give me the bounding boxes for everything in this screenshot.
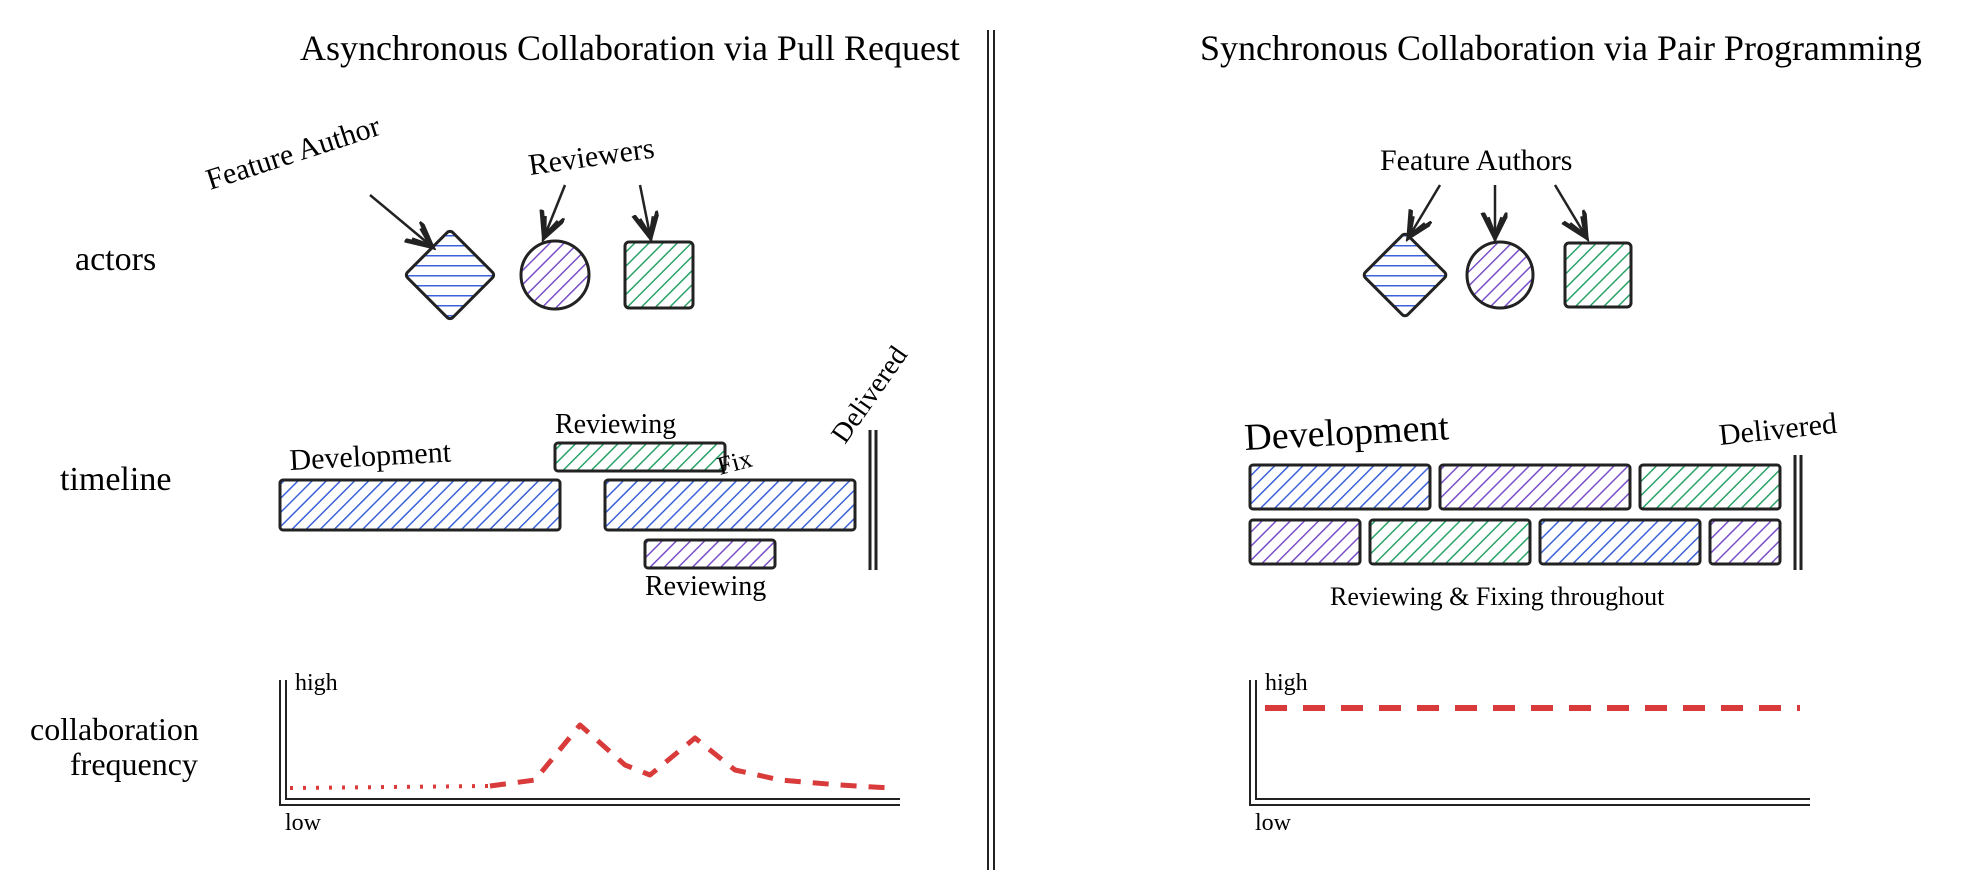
right-bar-r1c1 [1250,465,1430,509]
row-label-actors: actors [75,241,156,278]
right-bar-r1c3 [1640,465,1780,509]
actor-author1-icon [1363,233,1448,318]
actor-reviewer1-icon [521,241,589,309]
left-tl-rev1-label: Reviewing [555,409,676,440]
label-feature-authors: Feature Authors [1380,144,1572,177]
right-bar-r2c2 [1370,520,1530,564]
left-tl-fix-bar [605,480,855,530]
row-label-collab1: collaboration [30,711,199,747]
left-tl-rev1-bar [555,443,725,471]
left-tl-dev-label: Development [289,436,453,477]
label-reviewers: Reviewers [526,132,656,182]
left-chart-high: high [295,670,338,696]
row-label-timeline: timeline [60,461,171,498]
left-title: Asynchronous Collaboration via Pull Requ… [300,28,960,68]
right-timeline: Development Delivered Reviewing & Fixing… [1243,406,1838,611]
left-tl-rev2-bar [645,540,775,568]
left-actors: Feature Author Reviewers [202,109,693,320]
right-title: Synchronous Collaboration via Pair Progr… [1200,28,1922,68]
label-feature-author: Feature Author [202,109,384,196]
row-label-collab2: frequency [70,746,198,782]
right-tl-delivered: Delivered [1717,407,1838,452]
left-tl-rev2-label: Reviewing [645,571,766,602]
right-bar-r2c3 [1540,520,1700,564]
right-bar-r1c2 [1440,465,1630,509]
right-collab-chart: high low [1250,670,1810,836]
left-timeline: Development Reviewing Fix Reviewing Deli… [280,341,914,602]
actor-author-icon [405,230,496,321]
left-collab-chart: high low [280,670,900,836]
right-actors: Feature Authors [1363,144,1631,317]
diagram-canvas: actors timeline collaboration frequency … [0,0,1982,890]
left-tl-dev-bar [280,480,560,530]
right-chart-high: high [1265,670,1308,696]
right-bar-r2c4 [1710,520,1780,564]
actor-reviewer2-icon [625,242,693,308]
right-bar-r2c1 [1250,520,1360,564]
right-tl-note: Reviewing & Fixing throughout [1330,582,1665,611]
divider [988,30,994,870]
right-chart-low: low [1255,810,1292,836]
right-tl-dev-label: Development [1243,406,1450,459]
actor-author3-icon [1565,243,1631,307]
left-chart-low: low [285,810,322,836]
actor-author2-icon [1467,242,1533,308]
